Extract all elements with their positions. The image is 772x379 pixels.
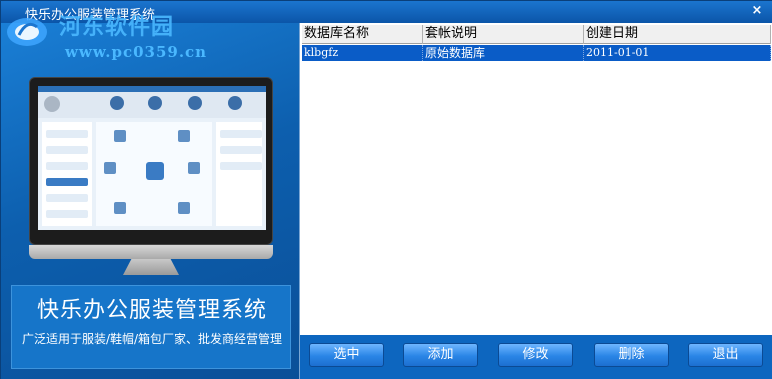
screen-header-icon [110, 96, 124, 110]
add-button[interactable]: 添加 [403, 343, 478, 367]
screen-diagram-center [146, 162, 164, 180]
screen-diagram-node [104, 162, 116, 174]
screen-avatar [44, 96, 60, 112]
logo-icon [7, 18, 47, 46]
monitor-chin [29, 245, 273, 259]
account-table[interactable]: 数据库名称 套帐说明 创建日期 klbgfz 原始数据库 2011-01-01 [302, 25, 771, 335]
screen-diagram-node [188, 162, 200, 174]
close-button[interactable]: × [749, 3, 765, 19]
monitor-bezel [29, 77, 273, 245]
promo-title: 快乐办公服装管理系统 [36, 298, 267, 323]
exit-button[interactable]: 退出 [688, 343, 763, 367]
account-list-panel: 数据库名称 套帐说明 创建日期 klbgfz 原始数据库 2011-01-01 … [299, 23, 772, 379]
screen-header-icon [228, 96, 242, 110]
screen-right-panel [216, 122, 262, 226]
screen-right-item [220, 146, 262, 154]
screen-sidebar-item [46, 194, 88, 202]
delete-button[interactable]: 删除 [594, 343, 669, 367]
column-header-created-date[interactable]: 创建日期 [584, 25, 771, 44]
watermark-url: www.pc0359.cn [65, 43, 208, 61]
monitor-illustration [29, 77, 273, 277]
screen-header-icon [148, 96, 162, 110]
screen-header-icon [188, 96, 202, 110]
button-bar: 选中 添加 修改 删除 退出 [300, 335, 772, 379]
screen-sidebar-item [46, 210, 88, 218]
cell-description: 原始数据库 [423, 45, 584, 61]
screen-right-item [220, 130, 262, 138]
table-row[interactable]: klbgfz 原始数据库 2011-01-01 [302, 45, 771, 61]
screen-sidebar [42, 122, 92, 226]
watermark-text: 河东软件园 [59, 14, 175, 40]
screen-sidebar-item [46, 162, 88, 170]
monitor-screen [38, 86, 266, 230]
screen-diagram-node [114, 130, 126, 142]
promo-subtitle: 广泛适用于服装/鞋帽/箱包厂家、批发商经营管理 [21, 332, 283, 346]
monitor-stand [123, 259, 179, 275]
app-window: 快乐办公服装管理系统 × 快乐办公服装管理系统 广泛适用于服装/鞋帽/箱包厂家、… [0, 0, 772, 379]
screen-sidebar-item [46, 146, 88, 154]
table-header: 数据库名称 套帐说明 创建日期 [302, 25, 771, 44]
screen-diagram-node [114, 202, 126, 214]
cell-db-name: klbgfz [302, 45, 423, 61]
column-header-db-name[interactable]: 数据库名称 [302, 25, 423, 44]
screen-diagram-node [178, 130, 190, 142]
screen-sidebar-item [46, 130, 88, 138]
promo-banner: 快乐办公服装管理系统 广泛适用于服装/鞋帽/箱包厂家、批发商经营管理 [11, 285, 291, 369]
select-button[interactable]: 选中 [309, 343, 384, 367]
left-promo-panel: 快乐办公服装管理系统 广泛适用于服装/鞋帽/箱包厂家、批发商经营管理 [1, 23, 299, 379]
edit-button[interactable]: 修改 [498, 343, 573, 367]
screen-main-diagram [96, 122, 212, 226]
screen-right-item [220, 162, 262, 170]
cell-created-date: 2011-01-01 [584, 45, 771, 61]
screen-sidebar-item [46, 178, 88, 186]
screen-diagram-node [178, 202, 190, 214]
column-header-description[interactable]: 套帐说明 [423, 25, 584, 44]
